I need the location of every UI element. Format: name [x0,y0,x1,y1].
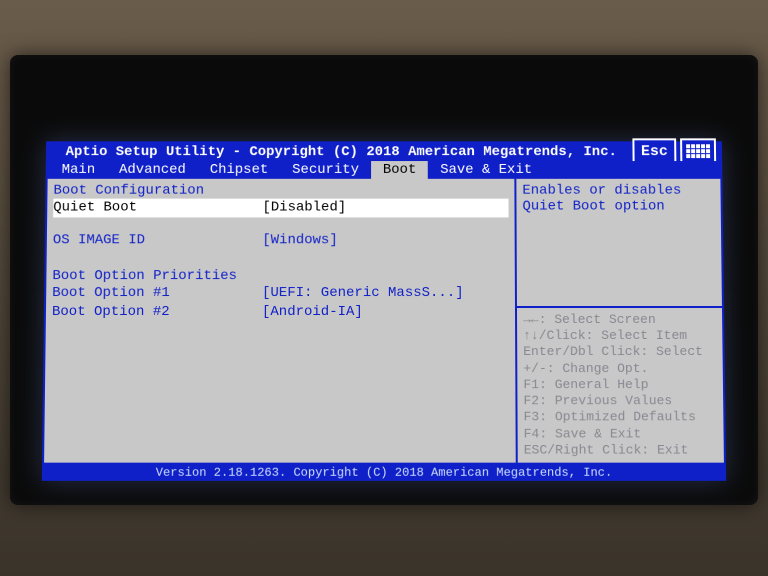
boot-option-2-row[interactable]: Boot Option #2 [Android-IA] [52,303,509,322]
bios-screen: Aptio Setup Utility - Copyright (C) 2018… [42,141,726,481]
keyhelp-line: +/-: Change Opt. [523,361,717,377]
keyhelp-line: F4: Save & Exit [524,426,718,442]
boot-option-1-label: Boot Option #1 [52,284,262,303]
app-title: Aptio Setup Utility - Copyright (C) 2018… [50,144,633,160]
tab-main[interactable]: Main [50,161,108,179]
monitor-bezel: Aptio Setup Utility - Copyright (C) 2018… [10,55,758,505]
os-image-row[interactable]: OS IMAGE ID [Windows] [53,231,509,250]
keyhelp-line: ↑↓/Click: Select Item [523,328,716,344]
keyhelp-line: F3: Optimized Defaults [524,409,718,425]
help-pane: Enables or disables Quiet Boot option [516,179,722,306]
quiet-boot-label: Quiet Boot [53,199,262,218]
boot-priorities-header: Boot Option Priorities [52,268,509,284]
tab-save-exit[interactable]: Save & Exit [428,161,544,179]
keyhelp-line: ESC/Right Click: Exit [524,442,718,458]
version-footer: Version 2.18.1263. Copyright (C) 2018 Am… [42,465,726,481]
quiet-boot-value: [Disabled] [262,199,346,218]
title-bar: Aptio Setup Utility - Copyright (C) 2018… [46,141,722,161]
keyhelp-line: Enter/Dbl Click: Select [523,344,716,360]
key-help-pane: →←: Select Screen ↑↓/Click: Select Item … [517,308,724,463]
photo-background: Aptio Setup Utility - Copyright (C) 2018… [0,0,768,576]
help-text-1: Enables or disables [522,183,714,199]
boot-option-2-value: [Android-IA] [262,303,363,322]
boot-option-1-value: [UEFI: Generic MassS...] [262,284,464,303]
tab-boot[interactable]: Boot [371,161,428,179]
settings-pane: Boot Configuration Quiet Boot [Disabled]… [44,179,518,463]
boot-config-header: Boot Configuration [53,183,508,199]
keyhelp-line: F1: General Help [523,377,717,393]
tab-bar: Main Advanced Chipset Security Boot Save… [46,161,723,179]
boot-option-2-label: Boot Option #2 [52,303,262,322]
keyhelp-line: F2: Previous Values [523,393,717,409]
os-image-value: [Windows] [262,231,337,250]
tab-chipset[interactable]: Chipset [198,161,280,179]
boot-option-1-row[interactable]: Boot Option #1 [UEFI: Generic MassS...] [52,284,509,303]
keyhelp-line: →←: Select Screen [523,312,716,328]
tab-security[interactable]: Security [280,161,371,179]
os-image-label: OS IMAGE ID [53,231,263,250]
tab-advanced[interactable]: Advanced [107,161,198,179]
quiet-boot-row[interactable]: Quiet Boot [Disabled] [53,199,508,218]
help-text-2: Quiet Boot option [522,199,714,215]
